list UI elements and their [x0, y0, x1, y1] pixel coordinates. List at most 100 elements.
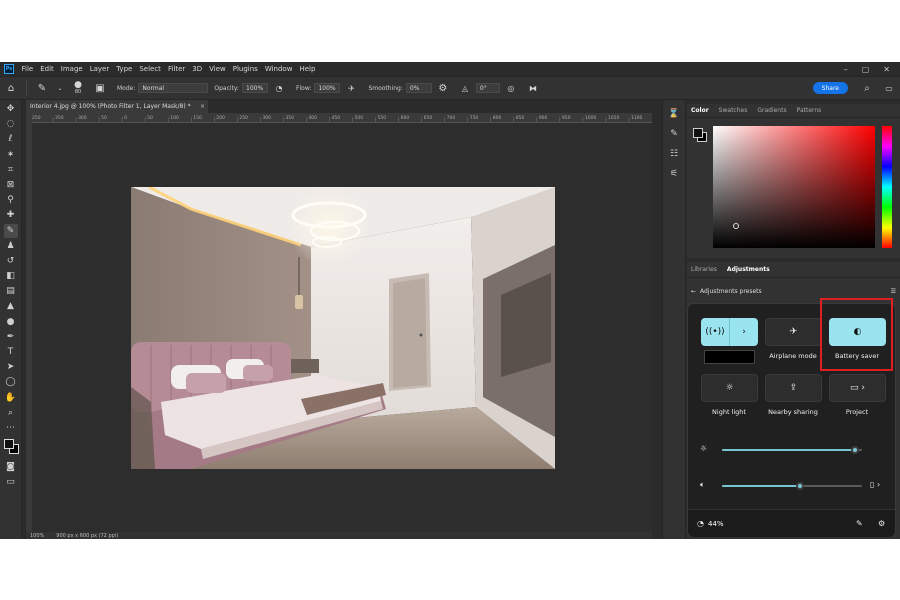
share-button[interactable]: Share — [812, 82, 848, 94]
tab-color[interactable]: Color — [691, 107, 709, 114]
close-icon[interactable]: ✕ — [883, 65, 890, 74]
tab-adjustments[interactable]: Adjustments — [727, 266, 770, 273]
edit-pencil-icon[interactable]: ✎ — [856, 519, 863, 528]
clone-stamp-tool-icon[interactable]: ♟ — [4, 239, 18, 253]
history-brush-tool-icon[interactable]: ↺ — [4, 254, 18, 268]
pen-tool-icon[interactable]: ✒ — [4, 330, 18, 344]
size-pressure-icon[interactable]: ◎ — [504, 81, 518, 95]
more-tools-icon[interactable]: ⋯ — [4, 421, 18, 435]
brightness-slider[interactable] — [722, 446, 862, 454]
tab-patterns[interactable]: Patterns — [797, 107, 822, 114]
menu-plugins[interactable]: Plugins — [229, 65, 261, 73]
smoothing-input[interactable]: 0% — [405, 83, 432, 93]
volume-thumb[interactable] — [796, 482, 805, 490]
project-toggle[interactable]: ▭ › — [829, 374, 886, 402]
blur-tool-icon[interactable]: ▲ — [4, 299, 18, 313]
airplane-mode-toggle[interactable]: ✈ — [765, 318, 822, 346]
flow-input[interactable]: 100% — [314, 83, 341, 93]
symmetry-icon[interactable]: ⧓ — [526, 81, 540, 95]
settings-gear-icon[interactable]: ⚙ — [878, 519, 885, 528]
nearby-sharing-toggle[interactable]: ⇪ — [765, 374, 822, 402]
shape-tool-icon[interactable]: ◯ — [4, 375, 18, 389]
opacity-pressure-icon[interactable]: ◔ — [272, 81, 286, 95]
tab-libraries[interactable]: Libraries — [691, 266, 717, 273]
quick-mask-icon[interactable]: ◙ — [4, 460, 18, 474]
workspace-icon[interactable]: ▭ — [882, 81, 896, 95]
mode-label: Mode: — [117, 84, 136, 92]
menu-select[interactable]: Select — [136, 65, 165, 73]
minimize-icon[interactable]: – — [844, 65, 848, 74]
menu-view[interactable]: View — [206, 65, 230, 73]
restore-icon[interactable]: ▢ — [862, 65, 870, 74]
zoom-level[interactable]: 100% — [30, 533, 44, 539]
brush-settings-panel-icon[interactable]: ✎ — [668, 128, 680, 140]
menu-window[interactable]: Window — [261, 65, 296, 73]
opacity-input[interactable]: 100% — [242, 83, 269, 93]
healing-brush-tool-icon[interactable]: ✚ — [4, 208, 18, 222]
color-swatches[interactable] — [3, 438, 19, 455]
brightness-thumb[interactable] — [851, 446, 859, 454]
night-light-label: Night light — [712, 408, 746, 416]
gear-icon[interactable]: ⚙ — [436, 81, 450, 95]
bedroom-photo-drawing — [131, 187, 555, 469]
screen-mode-icon[interactable]: ▭ — [4, 475, 18, 489]
brush-settings-icon[interactable]: ▣ — [93, 81, 107, 95]
color-picker-cursor[interactable] — [733, 223, 739, 229]
magic-wand-tool-icon[interactable]: ✶ — [4, 148, 18, 162]
path-selection-tool-icon[interactable]: ➤ — [4, 360, 18, 374]
hamburger-menu-icon[interactable]: ☰ — [891, 288, 896, 295]
angle-icon[interactable]: ◬ — [458, 81, 472, 95]
document-tab[interactable]: Interior 4.jpg @ 100% (Photo Filter 1, L… — [26, 100, 208, 113]
gradient-tool-icon[interactable]: ▤ — [4, 284, 18, 298]
eyedropper-tool-icon[interactable]: ⚲ — [4, 193, 18, 207]
canvas-area[interactable] — [32, 123, 652, 533]
chevron-down-icon[interactable]: ⌄ — [53, 81, 67, 95]
move-tool-icon[interactable]: ✥ — [4, 102, 18, 116]
wifi-icon: ((•)) — [705, 327, 725, 337]
menu-filter[interactable]: Filter — [164, 65, 188, 73]
menu-type[interactable]: Type — [113, 65, 136, 73]
brush-tool-icon[interactable]: ✎ — [35, 81, 49, 95]
menu-help[interactable]: Help — [296, 65, 319, 73]
dodge-tool-icon[interactable]: ● — [4, 315, 18, 329]
menu-3d[interactable]: 3D — [189, 65, 206, 73]
adjustments-sliders-icon[interactable]: ⚟ — [668, 168, 680, 180]
eraser-tool-icon[interactable]: ◧ — [4, 269, 18, 283]
audio-output-icon[interactable]: ▯ › — [870, 480, 880, 489]
menu-file[interactable]: File — [18, 65, 37, 73]
home-icon[interactable]: ⌂ — [4, 81, 18, 95]
brush-tool-icon[interactable]: ✎ — [3, 223, 18, 238]
menu-layer[interactable]: Layer — [86, 65, 113, 73]
search-icon[interactable]: ⌕ — [860, 81, 874, 95]
angle-input[interactable]: 0° — [475, 83, 500, 93]
tab-swatches[interactable]: Swatches — [719, 107, 748, 114]
options-bar: ⌂ ✎ ⌄ ● 80 ▣ Mode: Normal Opacity: 100% … — [0, 76, 900, 100]
foreground-color-swatch[interactable] — [3, 439, 14, 450]
wifi-toggle[interactable]: ((•)) › — [701, 318, 758, 346]
marquee-tool-icon[interactable]: ◌ — [4, 117, 18, 131]
frame-tool-icon[interactable]: ⊠ — [4, 178, 18, 192]
crop-tool-icon[interactable]: ⌗ — [4, 163, 18, 177]
close-tab-icon[interactable]: × — [200, 103, 205, 110]
back-arrow-icon[interactable]: ← — [691, 288, 696, 295]
photoshop-logo-icon[interactable]: Ps — [4, 64, 14, 74]
battery-icon[interactable]: ◔ — [697, 519, 704, 528]
type-tool-icon[interactable]: T — [4, 345, 18, 359]
tab-gradients[interactable]: Gradients — [757, 107, 786, 114]
hand-tool-icon[interactable]: ✋ — [4, 391, 18, 405]
foreground-color-chip[interactable] — [693, 128, 703, 138]
hue-slider[interactable] — [882, 126, 892, 248]
history-panel-icon[interactable]: ⌛ — [668, 108, 680, 120]
night-light-toggle[interactable]: ☼ — [701, 374, 758, 402]
menu-image[interactable]: Image — [57, 65, 86, 73]
chevron-right-icon[interactable]: › — [729, 318, 758, 346]
color-picker-field[interactable] — [713, 126, 875, 248]
airbrush-icon[interactable]: ✈ — [344, 81, 358, 95]
volume-slider[interactable] — [722, 482, 862, 490]
lasso-tool-icon[interactable]: ℓ — [4, 132, 18, 146]
zoom-tool-icon[interactable]: ⌕ — [4, 406, 18, 420]
mode-select[interactable]: Normal — [138, 83, 209, 93]
brush-preset-picker[interactable]: ● 80 — [71, 81, 85, 96]
menu-edit[interactable]: Edit — [37, 65, 58, 73]
properties-panel-icon[interactable]: ☷ — [668, 148, 680, 160]
